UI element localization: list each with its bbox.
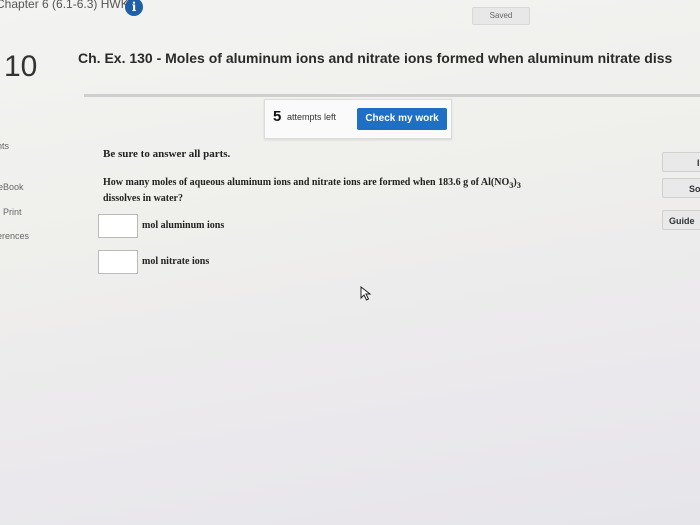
solution-button[interactable]: So	[662, 178, 700, 198]
mouse-cursor-icon	[360, 286, 372, 301]
question-number: 10	[4, 50, 38, 83]
instructions: Be sure to answer all parts.	[103, 148, 231, 160]
attempts-label: attempts left	[287, 112, 337, 122]
sidebar-item-ebook[interactable]: eBook	[0, 182, 24, 192]
aluminum-ions-label: mol aluminum ions	[142, 220, 225, 231]
chapter-title: Chapter 6 (6.1-6.3) HWK	[0, 0, 129, 11]
nitrate-ions-label: mol nitrate ions	[142, 256, 210, 267]
info-icon[interactable]: i	[125, 0, 143, 16]
question-title: Ch. Ex. 130 - Moles of aluminum ions and…	[78, 50, 673, 66]
divider	[84, 94, 700, 97]
question-prompt: How many moles of aqueous aluminum ions …	[103, 176, 643, 205]
top-bar: Chapter 6 (6.1-6.3) HWK i Saved	[0, 0, 700, 34]
nitrate-ions-input[interactable]	[98, 250, 138, 274]
aluminum-ions-input[interactable]	[98, 214, 138, 238]
hint-button[interactable]: I	[662, 152, 700, 172]
sidebar-item-print[interactable]: Print	[3, 207, 22, 217]
prompt-start: How many moles of aqueous aluminum ions …	[103, 177, 510, 188]
sidebar-item-points: nts	[0, 141, 10, 151]
guided-solution-button[interactable]: Guide	[662, 210, 700, 230]
saved-status: Saved	[472, 7, 530, 25]
sidebar-item-references[interactable]: erences	[0, 231, 29, 241]
check-my-work-button[interactable]: Check my work	[357, 108, 447, 130]
attempts-count: 5	[273, 108, 282, 125]
formula-subscript-2: 3	[516, 181, 521, 190]
prompt-end: dissolves in water?	[103, 193, 183, 204]
attempts-panel: 5 attempts left Check my work	[264, 99, 452, 139]
